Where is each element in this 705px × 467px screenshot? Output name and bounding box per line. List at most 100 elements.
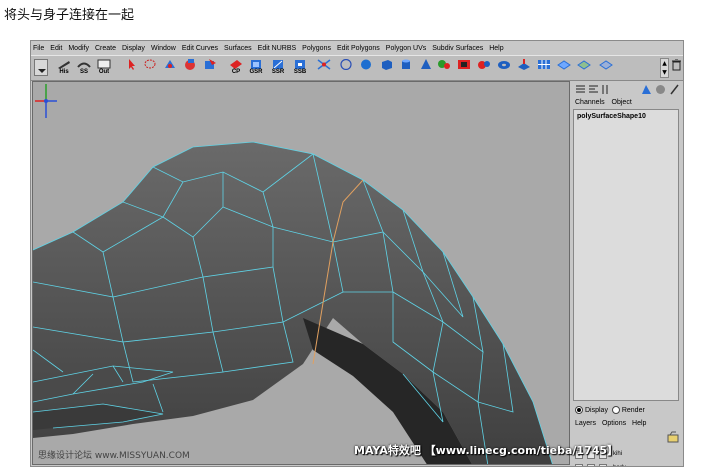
menu-create[interactable]: Create — [95, 45, 116, 52]
out-label: Out — [98, 69, 110, 75]
ssb-label: SSB — [293, 69, 307, 75]
new-layer-icon[interactable] — [667, 431, 679, 443]
layer-menu-bar: Layers Options Help — [575, 420, 650, 427]
sphere-button[interactable] — [357, 58, 375, 78]
cube-icon — [382, 60, 392, 70]
menu-modify[interactable]: Modify — [68, 45, 89, 52]
ssr-label: SSR — [271, 69, 285, 75]
plane-icon — [518, 59, 530, 70]
shape-node-name[interactable]: polySurfaceShape10 — [577, 113, 646, 120]
lasso-tool-button[interactable] — [141, 58, 159, 78]
paint-tool-button[interactable] — [161, 58, 179, 78]
connect-tool-button[interactable] — [315, 58, 333, 78]
grid-icon — [538, 60, 550, 69]
history-label: His — [59, 69, 69, 75]
menu-polygons[interactable]: Polygons — [302, 45, 331, 52]
connect-icon — [317, 59, 331, 70]
tab-channels[interactable]: Channels — [575, 99, 605, 106]
shelf-menu-button[interactable] — [34, 59, 48, 76]
smooth-shaded-button[interactable]: SS — [75, 58, 93, 78]
outliner-button[interactable]: Out — [95, 58, 113, 78]
menu-help[interactable]: Help — [489, 45, 503, 52]
menu-edit-nurbs[interactable]: Edit NURBS — [258, 45, 297, 52]
menu-display[interactable]: Display — [122, 45, 145, 52]
menu-edit-polygons[interactable]: Edit Polygons — [337, 45, 380, 52]
ssb-button[interactable]: SSB — [291, 58, 309, 78]
perspective-viewport[interactable] — [32, 81, 570, 465]
circle-icon — [340, 59, 352, 70]
poly-icon — [599, 60, 613, 70]
article-caption: 将头与身子连接在一起 — [4, 8, 135, 23]
history-button[interactable]: His — [55, 58, 73, 78]
select-tool-button[interactable] — [123, 58, 141, 78]
torus-button[interactable] — [495, 58, 513, 78]
menu-surfaces[interactable]: Surfaces — [224, 45, 252, 52]
layer-mode-options: Display Render — [575, 406, 645, 414]
cylinder-icon — [402, 59, 410, 69]
render-icon[interactable] — [655, 84, 666, 95]
grid-button[interactable] — [535, 58, 553, 78]
lasso-icon — [144, 59, 156, 69]
menu-edit-curves[interactable]: Edit Curves — [182, 45, 218, 52]
display-radio[interactable] — [575, 406, 583, 414]
gears-button[interactable] — [435, 58, 453, 78]
arrow-cursor-icon — [129, 59, 135, 70]
texture-icon — [458, 60, 470, 69]
panel-toolbar — [573, 83, 681, 97]
sculpt-tool-button[interactable] — [181, 58, 199, 78]
paint-brush-icon[interactable] — [669, 84, 680, 95]
menu-options[interactable]: Options — [602, 420, 626, 427]
mesh-icon — [205, 59, 216, 69]
render-label: Render — [621, 406, 645, 414]
tab-object[interactable]: Object — [612, 99, 632, 106]
watermark-missyuan: 思缘设计论坛 www.MISSYUAN.COM — [38, 451, 190, 461]
view-axis-icon — [35, 84, 57, 118]
render-radio[interactable] — [611, 406, 620, 414]
ss-label: SS — [79, 69, 88, 75]
shader-button[interactable] — [475, 58, 493, 78]
menu-file[interactable]: File — [33, 45, 44, 52]
texture-button[interactable] — [455, 58, 473, 78]
subdiv-icon — [557, 60, 571, 70]
uv-icon — [577, 60, 591, 70]
gsr-button[interactable]: GSR — [247, 58, 265, 78]
plane-button[interactable] — [515, 58, 533, 78]
subdiv-button[interactable] — [555, 58, 573, 78]
channel-box-panel: Channels Object polySurfaceShape10 Displ… — [571, 81, 683, 466]
paint-icon — [165, 60, 175, 68]
sphere-icon — [361, 59, 371, 70]
display-label: Display — [585, 406, 608, 414]
trash-icon[interactable] — [672, 59, 681, 71]
cylinder-button[interactable] — [397, 58, 415, 78]
cp-label: CP — [231, 69, 241, 75]
tool-settings-icon[interactable] — [601, 84, 612, 95]
menu-window[interactable]: Window — [151, 45, 176, 52]
mesh-tool-button[interactable] — [201, 58, 219, 78]
cube-button[interactable] — [377, 58, 395, 78]
cp-button[interactable]: CP — [227, 58, 245, 78]
menu-subdiv-surfaces[interactable]: Subdiv Surfaces — [432, 45, 483, 52]
uv-button[interactable] — [575, 58, 593, 78]
shader-icon — [478, 61, 490, 69]
watermark-linecg: MAYA特效吧 【www.linecg.com/tieba/1745】 — [354, 444, 619, 457]
sculpt-icon — [185, 59, 195, 70]
gears-icon — [438, 60, 450, 69]
torus-icon — [498, 61, 510, 69]
menu-polygon-uvs[interactable]: Polygon UVs — [386, 45, 426, 52]
channel-box-icon[interactable] — [575, 84, 586, 95]
channel-list[interactable]: polySurfaceShape10 — [573, 109, 679, 401]
tool-shelf: His SS Out CP GSR SSR SSB ▲ ▼ — [31, 55, 683, 81]
menu-edit[interactable]: Edit — [50, 45, 62, 52]
gsr-label: GSR — [249, 69, 263, 75]
select-mode-icon[interactable] — [641, 84, 652, 95]
menu-layer-help[interactable]: Help — [632, 420, 646, 427]
ssr-button[interactable]: SSR — [269, 58, 287, 78]
attribute-editor-icon[interactable] — [588, 84, 599, 95]
maya-window: File Edit Modify Create Display Window E… — [30, 40, 684, 467]
mesh-wireframe — [33, 141, 553, 464]
circle-tool-button[interactable] — [337, 58, 355, 78]
cone-button[interactable] — [417, 58, 435, 78]
shelf-scroll-button[interactable]: ▲ ▼ — [660, 58, 669, 78]
menu-layers[interactable]: Layers — [575, 420, 596, 427]
poly-tool-button[interactable] — [597, 58, 615, 78]
